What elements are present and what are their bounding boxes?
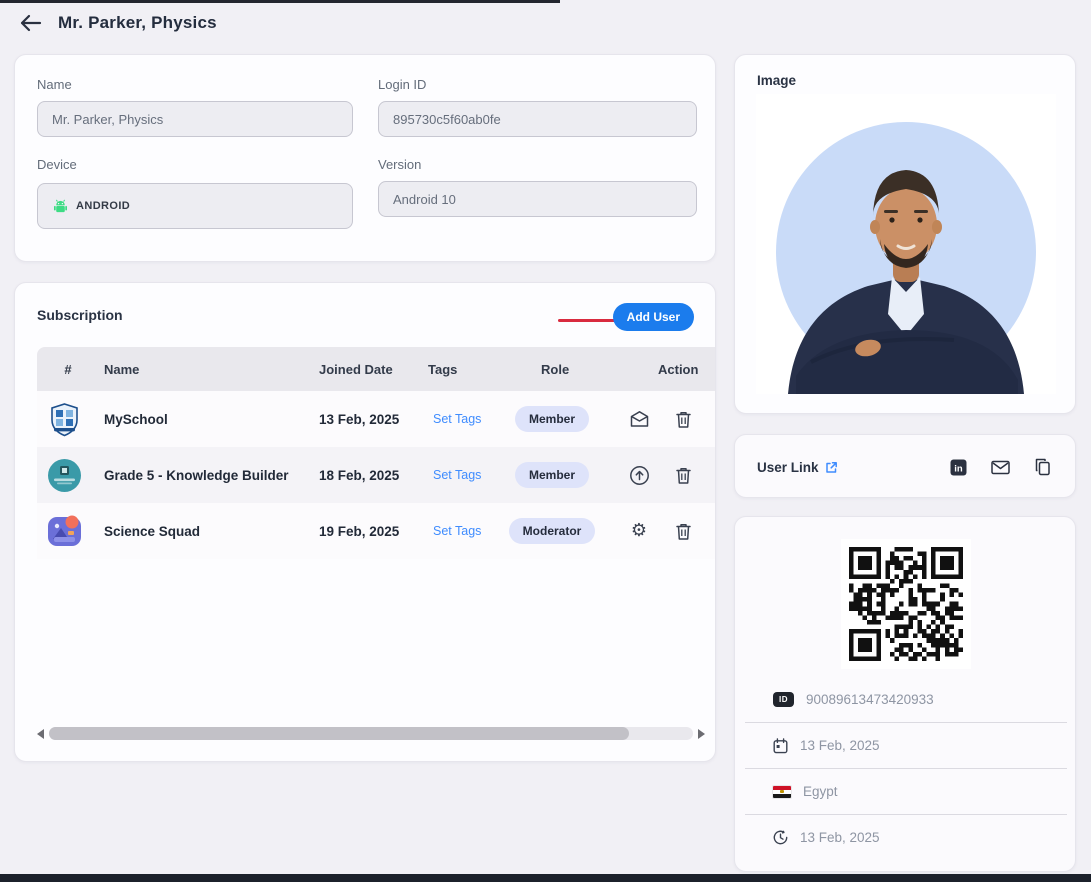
date-value: 13 Feb, 2025 [800, 738, 880, 753]
science-squad-logo [48, 515, 81, 546]
row-name: Science Squad [104, 523, 201, 539]
date-row: 13 Feb, 2025 [745, 722, 1067, 768]
page-header: Mr. Parker, Physics [18, 8, 618, 38]
row-joined-date: 18 Feb, 2025 [319, 467, 400, 483]
delete-button[interactable] [670, 406, 696, 432]
delete-button[interactable] [670, 518, 696, 544]
role-badge: Member [514, 462, 589, 488]
bottom-bar [0, 874, 1091, 882]
image-card-title: Image [757, 73, 797, 88]
user-link-label: User Link [757, 459, 819, 475]
name-field[interactable] [37, 101, 353, 137]
user-link-card: User Link in [734, 434, 1076, 498]
login-id-field[interactable] [378, 101, 697, 137]
last-seen-row: 13 Feb, 2025 [745, 814, 1067, 860]
version-label: Version [378, 157, 422, 172]
qr-code [841, 539, 971, 669]
table-header-row: # Name Joined Date Tags Role Action [37, 347, 715, 391]
grade5-logo [48, 458, 81, 492]
set-tags-link[interactable]: Set Tags [433, 524, 481, 538]
trash-icon [675, 467, 691, 484]
mail-icon [990, 460, 1010, 474]
profile-card: Name Login ID Device ANDROID Version [14, 54, 716, 262]
arrow-left-icon [20, 14, 42, 32]
calendar-icon [773, 737, 788, 753]
set-tags-link[interactable]: Set Tags [433, 468, 481, 482]
table-row: MySchool 13 Feb, 2025 Set Tags Member [37, 391, 715, 447]
scrollbar-thumb[interactable] [49, 727, 629, 740]
svg-text:in: in [954, 463, 963, 474]
back-button[interactable] [18, 10, 44, 36]
table-row: Science Squad 19 Feb, 2025 Set Tags Mode… [37, 503, 715, 559]
trash-icon [675, 411, 691, 428]
set-tags-link[interactable]: Set Tags [433, 412, 481, 426]
last-seen-value: 13 Feb, 2025 [800, 830, 880, 845]
upload-circle-icon [629, 465, 649, 485]
device-field[interactable]: ANDROID [37, 183, 353, 229]
egypt-flag-icon [773, 785, 791, 798]
id-badge-icon: ID [773, 692, 794, 707]
device-value: ANDROID [76, 200, 131, 212]
device-label: Device [37, 157, 77, 172]
row-name: MySchool [104, 411, 168, 427]
external-link-icon [825, 461, 837, 473]
row-name: Grade 5 - Knowledge Builder [104, 467, 289, 483]
user-photo [756, 94, 1056, 394]
scrollbar-track[interactable] [49, 727, 693, 740]
delete-button[interactable] [670, 462, 696, 488]
window-edge-strip [0, 0, 560, 3]
column-header-role: Role [541, 361, 570, 377]
gear-icon: ⚙ [630, 520, 648, 541]
column-header-num: # [64, 361, 72, 377]
role-badge: Member [514, 406, 589, 432]
promote-action-button[interactable] [626, 462, 652, 488]
subscription-title: Subscription [37, 307, 123, 323]
scroll-left-arrow[interactable] [37, 729, 44, 739]
subscription-table: # Name Joined Date Tags Role Action MySc… [37, 347, 715, 559]
android-icon [54, 199, 67, 212]
mail-icon [630, 411, 648, 427]
country-value: Egypt [803, 784, 838, 799]
email-button[interactable] [987, 454, 1013, 480]
subscription-card: Subscription Add User # Name Joined Date… [14, 282, 716, 762]
column-header-action: Action [658, 361, 699, 377]
role-badge: Moderator [508, 518, 596, 544]
page-title: Mr. Parker, Physics [58, 13, 217, 32]
linkedin-icon: in [950, 459, 966, 475]
add-user-button[interactable]: Add User [612, 303, 694, 331]
trash-icon [675, 523, 691, 540]
user-link-title[interactable]: User Link [757, 435, 838, 499]
row-joined-date: 13 Feb, 2025 [319, 411, 400, 427]
user-id-value: 90089613473420933 [806, 692, 934, 707]
settings-action-button[interactable]: ⚙ [626, 518, 652, 544]
scroll-right-arrow[interactable] [698, 729, 705, 739]
column-header-tags: Tags [428, 361, 458, 377]
linkedin-button[interactable]: in [945, 454, 971, 480]
table-row: Grade 5 - Knowledge Builder 18 Feb, 2025… [37, 447, 715, 503]
row-joined-date: 19 Feb, 2025 [319, 523, 400, 539]
copy-icon [1035, 458, 1050, 476]
horizontal-scrollbar[interactable] [37, 726, 705, 742]
version-field[interactable] [378, 181, 697, 217]
column-header-name: Name [104, 361, 140, 377]
clock-icon [773, 830, 788, 845]
detail-rows: ID 90089613473420933 13 Feb, 2025 Egypt [735, 677, 1077, 860]
image-card: Image [734, 54, 1076, 414]
user-id-row: ID 90089613473420933 [745, 677, 1067, 722]
name-label: Name [37, 77, 72, 92]
column-header-joined: Joined Date [319, 361, 393, 377]
myschool-logo [51, 402, 78, 436]
login-id-label: Login ID [378, 77, 427, 92]
country-row: Egypt [745, 768, 1067, 814]
qr-details-card: ID 90089613473420933 13 Feb, 2025 Egypt [734, 516, 1076, 872]
avatar [776, 122, 1036, 394]
mail-action-button[interactable] [626, 406, 652, 432]
copy-button[interactable] [1029, 454, 1055, 480]
